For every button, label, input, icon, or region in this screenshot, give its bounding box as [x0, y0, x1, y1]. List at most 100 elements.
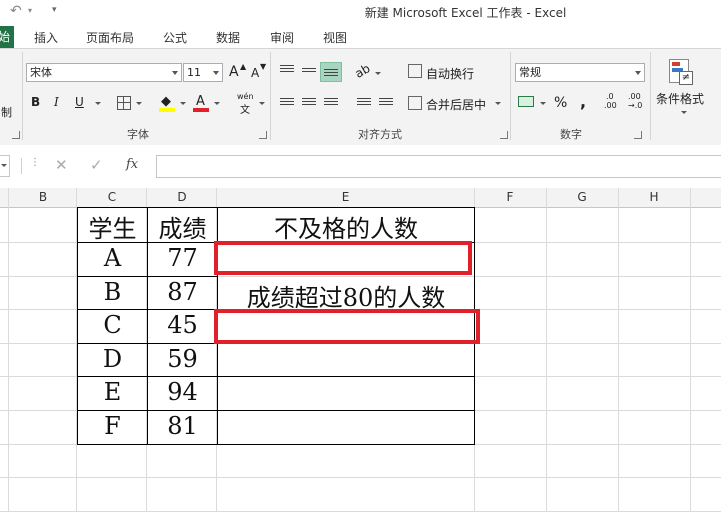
tab-insert[interactable]: 插入 — [34, 29, 58, 46]
phonetic-dropdown-icon[interactable] — [259, 102, 265, 105]
phonetic-guide-top[interactable]: wén — [237, 92, 254, 101]
student-cell[interactable]: A — [78, 244, 147, 272]
increase-decimal-top: .0 — [606, 92, 614, 101]
comma-style-button[interactable]: , — [580, 92, 586, 111]
tab-view[interactable]: 视图 — [323, 29, 347, 46]
alignment-launcher-icon[interactable] — [500, 131, 508, 139]
accounting-dropdown-icon[interactable] — [540, 102, 546, 105]
font-color-dropdown-icon[interactable] — [214, 102, 220, 105]
wrap-text-button[interactable]: 自动换行 — [426, 65, 474, 82]
orientation-dropdown-icon[interactable] — [375, 72, 381, 75]
grid-line — [690, 188, 691, 512]
tab-data[interactable]: 数据 — [216, 29, 240, 46]
column-header-c[interactable]: C — [77, 190, 147, 206]
number-format-value: 常规 — [519, 66, 541, 79]
score-cell[interactable]: 87 — [148, 278, 217, 306]
formula-input[interactable] — [156, 155, 721, 178]
wrap-text-icon — [408, 64, 422, 78]
merge-center-icon — [408, 96, 422, 110]
student-cell[interactable]: C — [78, 311, 147, 339]
format-painter-partial[interactable]: 制 — [1, 104, 12, 120]
grid-line — [546, 188, 547, 512]
tab-formulas[interactable]: 公式 — [163, 29, 187, 46]
student-cell[interactable]: D — [78, 345, 147, 373]
column-header-b[interactable]: B — [9, 190, 77, 206]
align-top-icon[interactable] — [280, 65, 294, 76]
chevron-down-icon — [635, 71, 641, 75]
fill-color-icon[interactable]: ◆ — [161, 94, 171, 109]
conditional-formatting-icon[interactable]: ≠ — [667, 57, 697, 87]
student-cell[interactable]: B — [78, 278, 147, 306]
column-header-g[interactable]: G — [546, 190, 618, 206]
phonetic-guide-bottom: 文 — [240, 105, 250, 116]
merge-dropdown-icon[interactable] — [495, 102, 501, 105]
underline-button[interactable]: U — [75, 95, 84, 109]
column-header-e[interactable]: E — [217, 190, 474, 206]
insert-function-button[interactable]: fx — [126, 157, 138, 172]
name-box-dropdown-icon[interactable] — [1, 164, 7, 167]
group-separator — [22, 52, 23, 140]
enter-icon[interactable]: ✓ — [90, 156, 103, 174]
align-left-icon[interactable] — [280, 98, 294, 109]
font-name-select[interactable]: 宋体 — [26, 63, 182, 82]
borders-dropdown-icon[interactable] — [136, 102, 142, 105]
italic-button[interactable]: I — [54, 95, 59, 109]
score-cell[interactable]: 45 — [148, 311, 217, 339]
column-header-d[interactable]: D — [147, 190, 217, 206]
clipboard-launcher-icon[interactable] — [12, 131, 20, 139]
group-separator — [650, 52, 651, 140]
underline-dropdown-icon[interactable] — [95, 102, 101, 105]
decrease-indent-icon[interactable] — [357, 98, 371, 109]
number-format-select[interactable]: 常规 — [515, 63, 645, 82]
fail-count-answer-cell[interactable] — [214, 241, 472, 275]
align-bottom-button[interactable] — [320, 62, 342, 82]
over80-label[interactable]: 成绩超过80的人数 — [218, 278, 474, 313]
over80-answer-cell[interactable] — [214, 309, 480, 344]
fill-color-dropdown-icon[interactable] — [180, 102, 186, 105]
header-score[interactable]: 成绩 — [148, 209, 217, 244]
cancel-icon[interactable]: ✕ — [55, 156, 68, 174]
fill-color-swatch — [159, 108, 175, 112]
score-cell[interactable]: 77 — [148, 244, 217, 272]
font-launcher-icon[interactable] — [259, 131, 267, 139]
merge-center-button[interactable]: 合并后居中 — [426, 96, 486, 113]
align-center-icon[interactable] — [302, 98, 316, 109]
score-cell[interactable]: 59 — [148, 345, 217, 373]
grow-font-button[interactable]: A — [229, 64, 239, 80]
increase-indent-icon[interactable] — [379, 98, 393, 109]
window-title: 新建 Microsoft Excel 工作表 - Excel — [364, 6, 567, 20]
align-bottom-icon — [324, 69, 338, 80]
align-middle-icon[interactable] — [302, 68, 316, 79]
table-border — [77, 207, 475, 208]
decrease-decimal-button[interactable]: .00 →.0 — [628, 92, 650, 114]
shrink-font-button[interactable]: A — [251, 66, 259, 80]
title-bar: ↶ ▾ ▾ 新建 Microsoft Excel 工作表 - Excel — [0, 0, 721, 26]
increase-decimal-button[interactable]: .0 .00 — [604, 92, 626, 114]
formula-bar-grip-icon: ⋮ — [30, 157, 40, 168]
score-cell[interactable]: 94 — [148, 378, 217, 406]
header-fail-count[interactable]: 不及格的人数 — [218, 209, 474, 244]
tab-review[interactable]: 审阅 — [270, 29, 294, 46]
conditional-formatting-button[interactable]: 条件格式 — [656, 90, 704, 107]
increase-decimal-bottom: .00 — [604, 101, 617, 110]
student-cell[interactable]: F — [78, 412, 147, 440]
font-color-button[interactable]: A — [196, 94, 205, 109]
percent-style-button[interactable]: % — [554, 95, 567, 111]
group-separator — [510, 52, 511, 140]
bold-button[interactable]: B — [31, 95, 40, 109]
header-student[interactable]: 学生 — [78, 209, 147, 244]
decrease-decimal-bottom: →.0 — [628, 101, 643, 110]
decrease-decimal-top: .00 — [628, 92, 641, 101]
tab-page-layout[interactable]: 页面布局 — [86, 29, 134, 46]
tab-home[interactable]: 始 — [0, 26, 14, 48]
student-cell[interactable]: E — [78, 378, 147, 406]
align-right-icon[interactable] — [324, 98, 338, 109]
conditional-formatting-dropdown-icon[interactable] — [681, 111, 687, 114]
column-header-f[interactable]: F — [474, 190, 546, 206]
borders-icon[interactable] — [117, 96, 131, 110]
font-size-select[interactable]: 11 — [183, 63, 223, 82]
number-launcher-icon[interactable] — [634, 131, 642, 139]
accounting-format-icon[interactable] — [518, 96, 534, 107]
column-header-h[interactable]: H — [618, 190, 690, 206]
score-cell[interactable]: 81 — [148, 412, 217, 440]
